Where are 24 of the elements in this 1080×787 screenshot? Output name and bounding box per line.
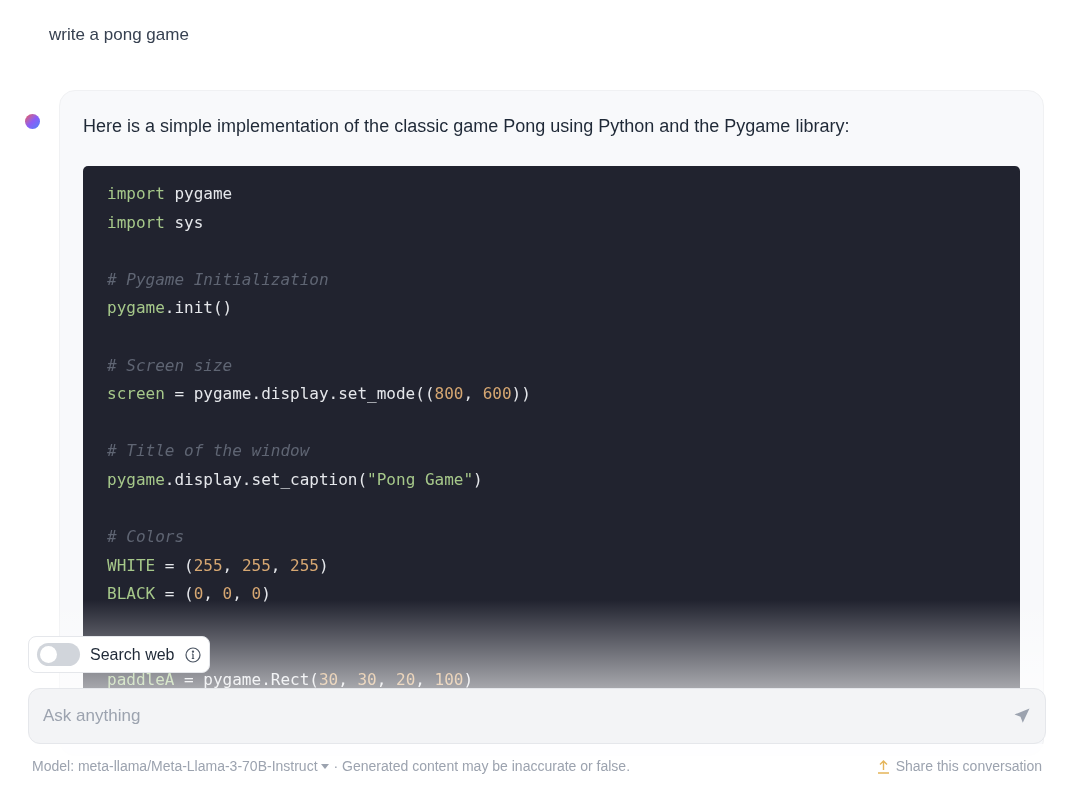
code-line: pygame.init() <box>107 297 233 320</box>
reply-intro: Here is a simple implementation of the classic game Pong using Python and the Pygame library: <box>83 115 851 138</box>
code-line: # Screen size <box>107 354 233 377</box>
share-icon <box>876 759 890 774</box>
ask-field[interactable]: Ask anything <box>43 703 1013 729</box>
code-line: WHITE = (255, 255, 255) <box>107 554 329 577</box>
code-line: pygame.display.set_caption("Pong Game") <box>107 468 483 491</box>
code-line: BLACK = (0, 0, 0) <box>107 583 271 606</box>
share-button[interactable]: Share this conversation <box>876 756 1042 777</box>
disclaimer-text: · Generated content may be inaccurate or false. <box>333 757 631 776</box>
message-input[interactable]: Ask anything <box>28 688 1046 744</box>
assistant-avatar-icon <box>25 114 40 129</box>
code-line: screen = pygame.display.set_mode((800, 600)) <box>107 383 531 406</box>
info-icon <box>184 646 201 663</box>
code-line: # Colors <box>107 526 185 549</box>
code-line: import sys <box>107 211 204 234</box>
model-selector[interactable]: Model: meta-llama/Meta-Llama-3-70B-Instruct <box>32 756 329 777</box>
send-icon[interactable] <box>1013 707 1031 725</box>
user-message: write a pong game <box>49 25 189 44</box>
search-web-toggle[interactable]: Search web <box>28 636 210 673</box>
caret-icon <box>320 763 329 770</box>
code-line: # Title of the window <box>107 440 310 463</box>
code-line: import pygame <box>107 183 233 205</box>
code-line: # Pygame Initialization <box>107 268 329 291</box>
